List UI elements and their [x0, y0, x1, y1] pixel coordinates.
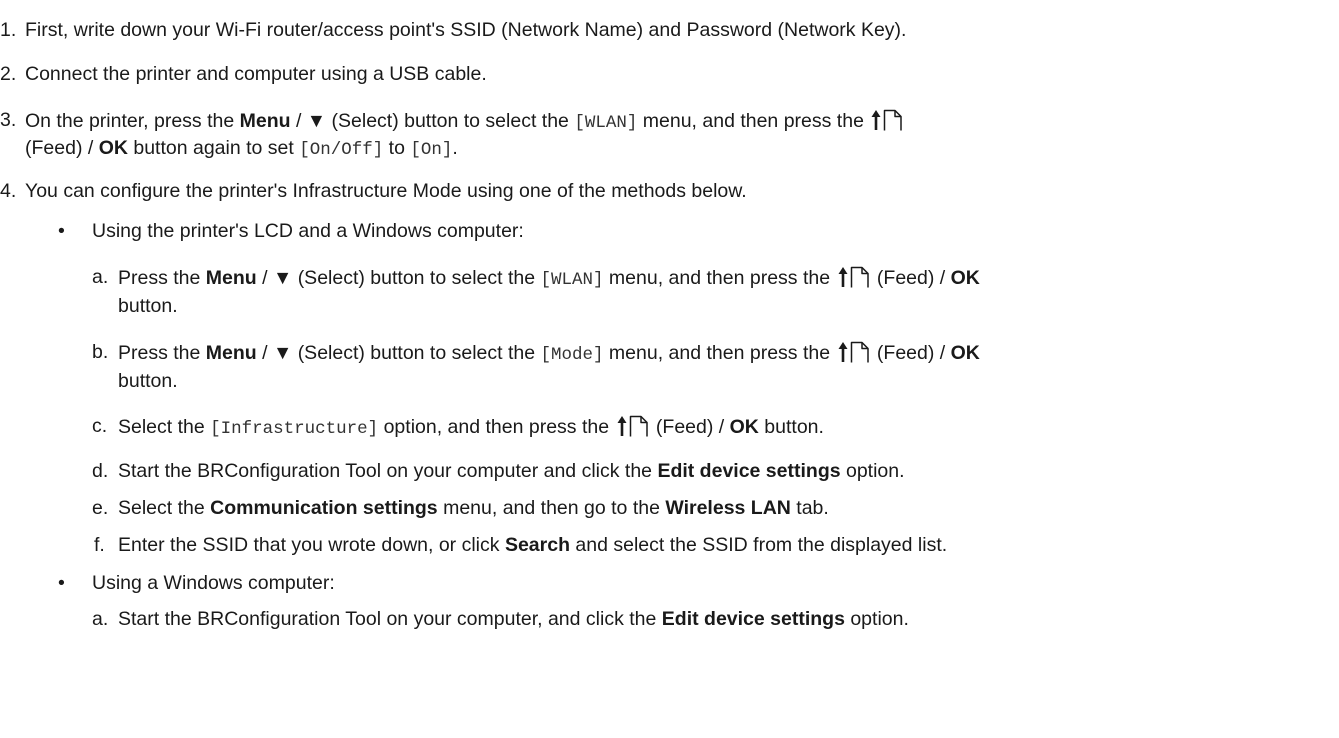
- step-4-text: You can configure the printer's Infrastr…: [25, 180, 747, 202]
- text: tab.: [790, 497, 829, 519]
- substep-letter: a.: [92, 266, 109, 288]
- menu-button-label: Menu: [205, 267, 257, 289]
- text: Enter the SSID that you wrote down, or c…: [118, 534, 505, 556]
- step-3-line-2: (Feed) / OK button again to set [On/Off]…: [25, 136, 458, 162]
- menu-code: [WLAN]: [540, 270, 604, 290]
- text: (Feed) /: [871, 267, 951, 289]
- option-code: [Infrastructure]: [210, 419, 379, 439]
- text: button.: [758, 416, 824, 438]
- text: Start the BRConfiguration Tool on your c…: [118, 608, 662, 630]
- feed-button-icon: [837, 265, 871, 289]
- setting-code: [On/Off]: [299, 140, 384, 160]
- tab-label: Wireless LAN: [665, 497, 791, 519]
- step-1-text: First, write down your Wi-Fi router/acce…: [25, 19, 907, 41]
- feed-button-icon: [837, 340, 871, 364]
- substep-f-text: Enter the SSID that you wrote down, or c…: [118, 533, 947, 557]
- method-2-substep-a-text: Start the BRConfiguration Tool on your c…: [118, 607, 909, 631]
- bullet: •: [58, 220, 65, 242]
- step-number: 4.: [0, 180, 17, 202]
- text: to: [383, 137, 411, 159]
- step-number: 1.: [0, 19, 17, 41]
- menu-button-label: Menu: [239, 110, 291, 132]
- menu-code: [Mode]: [540, 345, 604, 365]
- menu-button-label: Menu: [205, 342, 257, 364]
- substep-a-line-1: Press the Menu / ▼ (Select) button to se…: [118, 265, 980, 292]
- option-label: Edit device settings: [657, 460, 841, 482]
- substep-e-text: Select the Communication settings menu, …: [118, 496, 829, 520]
- text: Start the BRConfiguration Tool on your c…: [118, 460, 658, 482]
- text: .: [452, 137, 458, 159]
- text: (Feed) /: [650, 416, 730, 438]
- text: Press the: [118, 342, 206, 364]
- substep-letter: b.: [92, 341, 109, 363]
- substep-letter: e.: [92, 497, 109, 519]
- substep-b-line-1: Press the Menu / ▼ (Select) button to se…: [118, 340, 980, 367]
- substep-letter: a.: [92, 608, 109, 630]
- text: and select the SSID from the displayed l…: [569, 534, 948, 556]
- text: button again to set: [127, 137, 300, 159]
- feed-button-icon: [870, 108, 904, 132]
- menu-label: Communication settings: [210, 497, 438, 519]
- text: option.: [844, 608, 909, 630]
- text: Press the: [118, 267, 206, 289]
- text: (Feed) /: [25, 137, 99, 159]
- text: / ▼ (Select) button to select the: [290, 110, 575, 132]
- text: On the printer, press the: [25, 110, 240, 132]
- instructions-page: 1. First, write down your Wi-Fi router/a…: [0, 0, 1339, 738]
- text: Select the: [118, 416, 211, 438]
- step-2-text: Connect the printer and computer using a…: [25, 63, 487, 85]
- substep-letter: f.: [94, 534, 105, 556]
- text: option, and then press the: [378, 416, 615, 438]
- text: / ▼ (Select) button to select the: [256, 267, 541, 289]
- text: option.: [840, 460, 905, 482]
- menu-code: [WLAN]: [574, 113, 638, 133]
- method-1-title: Using the printer's LCD and a Windows co…: [92, 220, 524, 242]
- method-2-title: Using a Windows computer:: [92, 572, 335, 594]
- bullet: •: [58, 572, 65, 594]
- search-label: Search: [504, 534, 570, 556]
- text: / ▼ (Select) button to select the: [256, 342, 541, 364]
- ok-button-label: OK: [729, 416, 759, 438]
- substep-b-line-2: button.: [118, 370, 178, 392]
- text: menu, and then go to the: [437, 497, 666, 519]
- substep-c-text: Select the [Infrastructure] option, and …: [118, 414, 824, 441]
- text: menu, and then press the: [603, 342, 836, 364]
- substep-letter: d.: [92, 460, 109, 482]
- substep-a-line-2: button.: [118, 295, 178, 317]
- substep-d-text: Start the BRConfiguration Tool on your c…: [118, 459, 905, 483]
- ok-button-label: OK: [950, 267, 980, 289]
- text: menu, and then press the: [603, 267, 836, 289]
- ok-button-label: OK: [98, 137, 128, 159]
- ok-button-label: OK: [950, 342, 980, 364]
- substep-letter: c.: [92, 415, 108, 437]
- step-3-line-1: On the printer, press the Menu / ▼ (Sele…: [25, 108, 905, 135]
- text: Select the: [118, 497, 211, 519]
- text: (Feed) /: [871, 342, 951, 364]
- step-number: 3.: [0, 109, 17, 131]
- option-label: Edit device settings: [661, 608, 845, 630]
- step-number: 2.: [0, 63, 17, 85]
- value-code: [On]: [410, 140, 453, 160]
- text: menu, and then press the: [637, 110, 870, 132]
- feed-button-icon: [616, 414, 650, 438]
